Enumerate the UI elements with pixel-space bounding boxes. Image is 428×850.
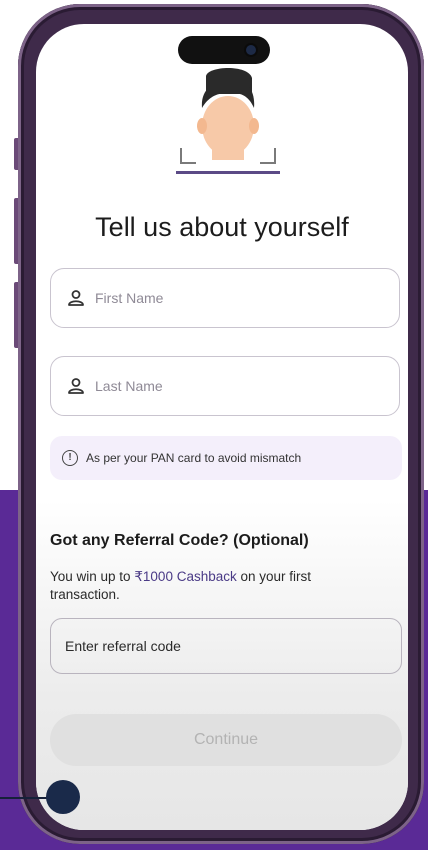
frame-corner bbox=[180, 148, 196, 164]
referral-code-input[interactable]: Enter referral code bbox=[50, 618, 402, 674]
page-title: Tell us about yourself bbox=[95, 212, 349, 242]
referral-desc-prefix: You win up to bbox=[50, 569, 135, 584]
avatar bbox=[176, 64, 280, 174]
referral-heading: Got any Referral Code? (Optional) bbox=[50, 532, 309, 549]
user-icon bbox=[68, 378, 84, 394]
phone-screen: Tell us about yourself First Name Last N… bbox=[36, 24, 408, 830]
pan-note: ! As per your PAN card to avoid mismatch bbox=[50, 436, 402, 480]
first-name-placeholder: First Name bbox=[95, 290, 164, 306]
pointer-line bbox=[0, 797, 48, 799]
first-name-field[interactable]: First Name bbox=[50, 268, 400, 328]
camera-icon bbox=[246, 45, 256, 55]
avatar-underline bbox=[176, 171, 280, 174]
referral-code-placeholder: Enter referral code bbox=[65, 638, 181, 654]
user-icon bbox=[68, 290, 84, 306]
last-name-field[interactable]: Last Name bbox=[50, 356, 400, 416]
pan-note-text: As per your PAN card to avoid mismatch bbox=[86, 451, 302, 465]
continue-button[interactable]: Continue bbox=[50, 714, 402, 766]
frame-corner bbox=[260, 148, 276, 164]
info-icon: ! bbox=[62, 450, 78, 466]
referral-description: You win up to ₹1000 Cashback on your fir… bbox=[50, 568, 350, 604]
last-name-placeholder: Last Name bbox=[95, 378, 163, 394]
pointer-dot bbox=[46, 780, 80, 814]
cashback-amount: ₹1000 Cashback bbox=[134, 569, 237, 584]
dynamic-island bbox=[178, 36, 270, 64]
